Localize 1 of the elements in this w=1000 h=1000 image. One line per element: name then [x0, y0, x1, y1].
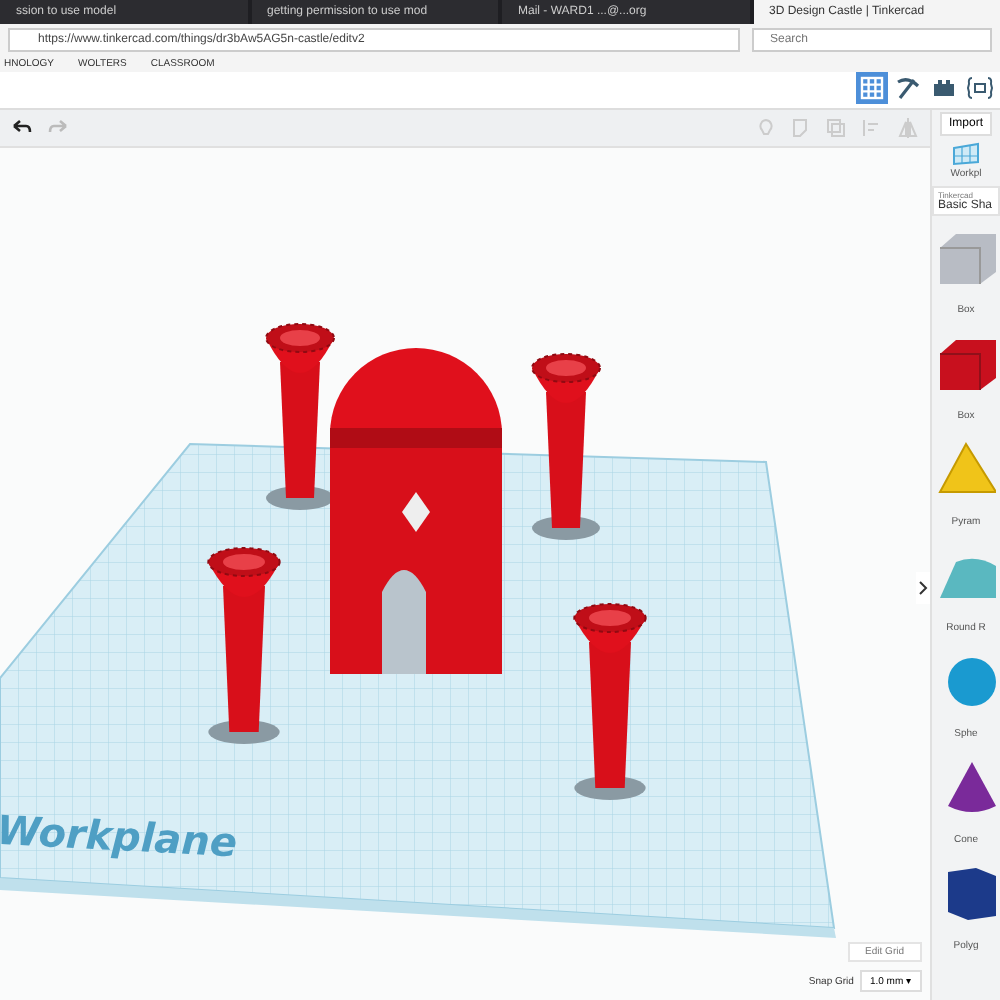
workplane-label: Workplane — [0, 805, 239, 867]
